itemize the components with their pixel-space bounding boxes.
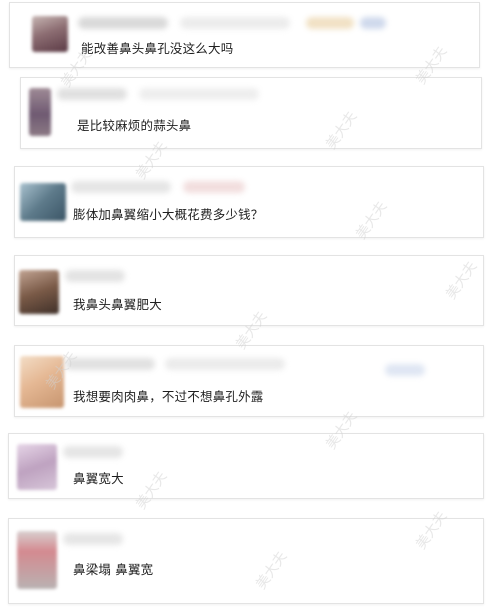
comment-text: 鼻翼宽大: [73, 471, 124, 486]
blurred-username: [65, 270, 125, 282]
blurred-username: [78, 17, 168, 29]
avatar: [32, 16, 68, 52]
comment-card[interactable]: 能改善鼻头鼻孔没这么大吗: [9, 2, 480, 68]
blurred-username: [63, 533, 123, 545]
blurred-username: [63, 446, 123, 458]
avatar: [20, 183, 66, 221]
comment-card[interactable]: 是比较麻烦的蒜头鼻: [20, 77, 482, 149]
blurred-meta: [180, 17, 290, 29]
comment-card[interactable]: 我鼻头鼻翼肥大: [14, 255, 484, 326]
comment-text: 我想要肉肉鼻，不过不想鼻孔外露: [73, 389, 264, 404]
avatar: [29, 88, 51, 136]
blurred-username: [57, 88, 127, 100]
comment-text: 鼻梁塌 鼻翼宽: [73, 562, 154, 577]
avatar: [17, 444, 57, 490]
comment-text: 能改善鼻头鼻孔没这么大吗: [81, 41, 234, 56]
comment-text: 膨体加鼻翼缩小大概花费多少钱？: [73, 207, 264, 222]
comment-text: 我鼻头鼻翼肥大: [73, 297, 162, 312]
blurred-username: [71, 181, 171, 193]
comment-card[interactable]: 我想要肉肉鼻，不过不想鼻孔外露: [14, 345, 484, 417]
blurred-meta: [183, 181, 245, 193]
blurred-username: [65, 358, 155, 370]
comment-card[interactable]: 膨体加鼻翼缩小大概花费多少钱？: [14, 166, 484, 238]
blurred-meta: [306, 17, 354, 29]
avatar: [17, 531, 57, 589]
blurred-meta: [139, 88, 259, 100]
blurred-meta: [360, 17, 386, 29]
avatar: [20, 356, 64, 408]
blurred-meta: [165, 358, 285, 370]
blurred-meta: [385, 364, 425, 376]
comment-text: 是比较麻烦的蒜头鼻: [77, 118, 192, 133]
comment-card[interactable]: 鼻梁塌 鼻翼宽: [8, 518, 484, 604]
comment-feed: 能改善鼻头鼻孔没这么大吗 是比较麻烦的蒜头鼻 膨体加鼻翼缩小大概花费多少钱？ 我…: [0, 0, 487, 610]
avatar: [19, 270, 59, 314]
comment-card[interactable]: 鼻翼宽大: [8, 433, 484, 499]
